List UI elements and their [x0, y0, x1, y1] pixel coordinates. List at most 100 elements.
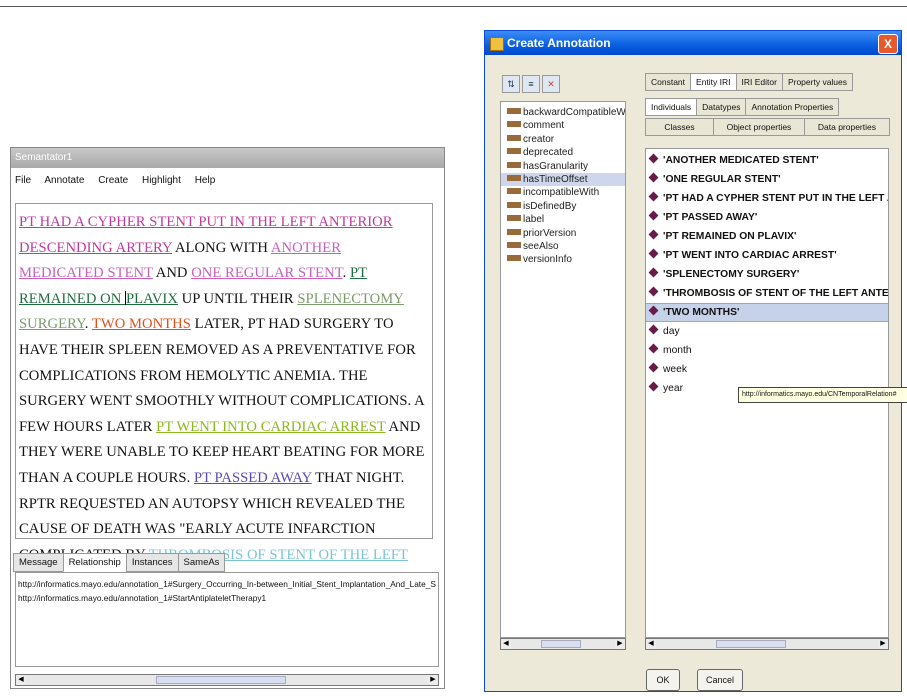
scroll-thumb[interactable] — [716, 640, 786, 648]
doc-text: . — [342, 265, 350, 282]
horizontal-scrollbar[interactable]: ◀ ▶ — [15, 674, 439, 686]
delete-property-icon[interactable]: ✕ — [542, 75, 560, 93]
menu-file[interactable]: File — [15, 175, 31, 186]
list-item[interactable]: 'ANOTHER MEDICATED STENT' — [646, 151, 888, 170]
list-item[interactable]: http://informatics.mayo.edu/annotation_1… — [18, 577, 436, 591]
semantator-window: Semantator1 File Annotate Create Highlig… — [10, 147, 445, 689]
dialog-title: Create Annotation — [507, 36, 611, 50]
doc-text: ALONG WITH — [172, 239, 271, 256]
annotation-passed-away[interactable]: PT PASSED AWAY — [194, 470, 312, 486]
close-button[interactable]: X — [878, 34, 898, 54]
tree-item[interactable]: label — [501, 213, 625, 226]
tree-label: hasGranularity — [523, 160, 589, 172]
property-icon — [507, 161, 521, 168]
annotation-two-months[interactable]: TWO MONTHS — [92, 316, 191, 332]
add-subproperty-icon[interactable]: ≡ — [522, 75, 540, 93]
tree-item[interactable]: hasGranularity — [501, 160, 625, 173]
annotation-property-tree: backwardCompatibleWith comment creator d… — [500, 101, 626, 638]
ok-button[interactable]: OK — [646, 669, 680, 691]
annotation-cardiac-arrest[interactable]: PT WENT INTO CARDIAC ARREST — [156, 419, 385, 435]
tab-iri-editor[interactable]: IRI Editor — [735, 73, 783, 91]
tab-classes[interactable]: Classes — [645, 118, 715, 136]
entity-scrollbar[interactable]: ◀ ▶ — [645, 638, 889, 650]
entity-label: 'PT WENT INTO CARDIAC ARREST' — [663, 250, 837, 261]
scroll-left-icon[interactable]: ◀ — [646, 639, 656, 649]
doc-text: AND — [152, 265, 192, 282]
iri-tooltip: http://informatics.mayo.edu/CNTemporalRe… — [738, 387, 907, 403]
scroll-right-icon[interactable]: ▶ — [615, 639, 625, 649]
annotation-regular-stent[interactable]: ONE REGULAR STENT — [191, 265, 342, 281]
property-icon — [507, 255, 521, 262]
tab-individuals[interactable]: Individuals — [645, 98, 698, 116]
tab-object-properties[interactable]: Object properties — [713, 118, 805, 136]
tab-message[interactable]: Message — [13, 553, 64, 572]
tree-item[interactable]: deprecated — [501, 146, 625, 159]
tree-item[interactable]: priorVersion — [501, 227, 625, 240]
list-item[interactable]: 'PT HAD A CYPHER STENT PUT IN THE LEFT A… — [646, 189, 888, 208]
list-item[interactable]: 'PT PASSED AWAY' — [646, 208, 888, 227]
property-icon — [507, 108, 521, 114]
individual-icon — [648, 191, 659, 202]
tab-instances[interactable]: Instances — [125, 553, 179, 572]
menu-highlight[interactable]: Highlight — [142, 175, 181, 186]
tab-datatypes[interactable]: Datatypes — [696, 98, 747, 116]
tree-item[interactable]: creator — [501, 133, 625, 146]
window-title: Semantator1 — [11, 148, 444, 168]
tab-data-properties[interactable]: Data properties — [803, 118, 891, 136]
list-item[interactable]: 'ONE REGULAR STENT' — [646, 170, 888, 189]
tree-label: backwardCompatibleWith — [523, 107, 625, 118]
add-property-icon[interactable]: ⇅ — [502, 75, 520, 93]
property-icon — [507, 134, 521, 141]
list-item[interactable]: 'PT WENT INTO CARDIAC ARREST' — [646, 246, 888, 265]
list-item[interactable]: 'PT REMAINED ON PLAVIX' — [646, 227, 888, 246]
entity-label: year — [663, 383, 684, 394]
individual-icon — [648, 381, 659, 392]
tree-item[interactable]: isDefinedBy — [501, 200, 625, 213]
property-icon — [507, 228, 521, 235]
tree-label: creator — [523, 133, 555, 145]
tree-label: versionInfo — [523, 254, 572, 266]
entity-label: 'PT REMAINED ON PLAVIX' — [663, 231, 797, 242]
scroll-left-icon[interactable]: ◀ — [16, 675, 26, 685]
tab-constant[interactable]: Constant — [645, 73, 692, 91]
scroll-thumb[interactable] — [156, 676, 286, 684]
scroll-thumb[interactable] — [541, 640, 581, 648]
tab-relationship[interactable]: Relationship — [62, 553, 127, 572]
list-item[interactable]: 'THROMBOSIS OF STENT OF THE LEFT ANTERIO… — [646, 284, 888, 303]
tab-sameas[interactable]: SameAs — [177, 553, 226, 572]
scroll-left-icon[interactable]: ◀ — [501, 639, 511, 649]
entity-label: 'TWO MONTHS' — [663, 307, 740, 318]
tree-item[interactable]: backwardCompatibleWith — [501, 106, 625, 119]
menu-help[interactable]: Help — [195, 175, 216, 186]
tree-item[interactable]: versionInfo — [501, 253, 625, 266]
tree-scrollbar[interactable]: ◀ ▶ — [500, 638, 626, 650]
tree-item-selected[interactable]: hasTimeOffset — [501, 172, 625, 187]
menu-bar: File Annotate Create Highlight Help — [11, 168, 444, 190]
tab-property-values[interactable]: Property values — [781, 73, 854, 91]
list-item-selected[interactable]: 'TWO MONTHS' — [646, 303, 888, 322]
menu-create[interactable]: Create — [98, 175, 128, 186]
tree-item[interactable]: incompatibleWith — [501, 186, 625, 199]
tree-item[interactable]: comment — [501, 119, 625, 132]
list-item[interactable]: day — [646, 322, 888, 341]
property-icon — [507, 188, 521, 195]
tab-entity-iri[interactable]: Entity IRI — [690, 73, 737, 91]
tree-label: seeAlso — [523, 240, 559, 252]
individual-icon — [648, 229, 659, 240]
document-text-area[interactable]: PT HAD A CYPHER STENT PUT IN THE LEFT AN… — [15, 203, 433, 588]
property-icon — [507, 241, 521, 248]
cancel-button[interactable]: Cancel — [697, 669, 743, 691]
list-item[interactable]: 'SPLENECTOMY SURGERY' — [646, 265, 888, 284]
list-item[interactable]: week — [646, 360, 888, 379]
list-item[interactable]: http://informatics.mayo.edu/annotation_1… — [18, 591, 436, 605]
individual-icon — [648, 210, 659, 221]
menu-annotate[interactable]: Annotate — [44, 175, 84, 186]
scroll-right-icon[interactable]: ▶ — [878, 639, 888, 649]
tree-item[interactable]: seeAlso — [501, 240, 625, 253]
entity-label: day — [663, 326, 680, 337]
property-icon — [507, 174, 521, 181]
doc-text: UP UNTIL THEIR — [177, 290, 298, 307]
list-item[interactable]: month — [646, 341, 888, 360]
scroll-right-icon[interactable]: ▶ — [428, 675, 438, 685]
tab-annotation-properties[interactable]: Annotation Properties — [745, 98, 840, 116]
